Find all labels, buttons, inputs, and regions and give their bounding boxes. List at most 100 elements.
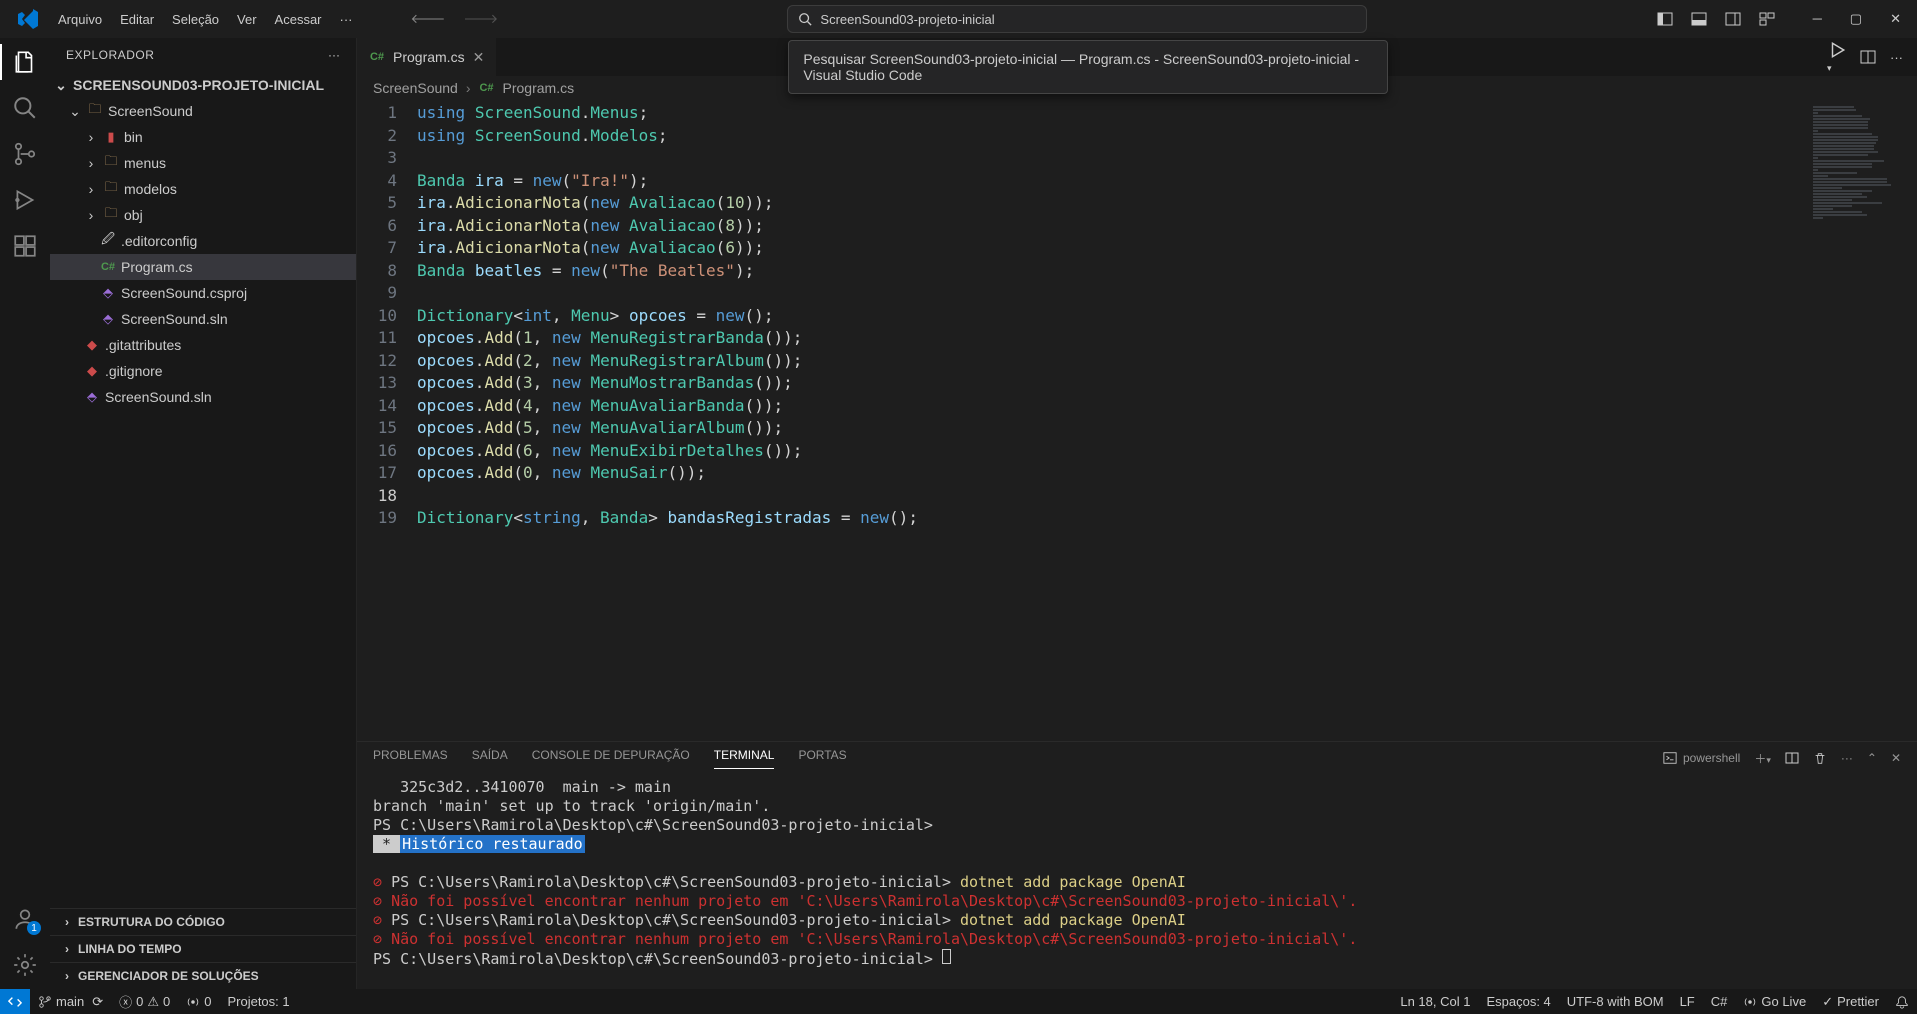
status-remote-icon[interactable] — [0, 989, 30, 1014]
accounts-badge: 1 — [27, 921, 41, 935]
folder-icon: 🗀 — [103, 207, 119, 223]
menu-acessar[interactable]: Acessar — [267, 8, 330, 31]
tree-folder-menus[interactable]: › 🗀 menus — [50, 150, 356, 176]
status-bell-icon[interactable] — [1887, 995, 1917, 1009]
layout-toggle-left-icon[interactable] — [1657, 11, 1673, 27]
run-play-icon[interactable]: ▾ — [1828, 41, 1846, 74]
breadcrumb-item[interactable]: ScreenSound — [373, 80, 458, 96]
csharp-icon: C# — [100, 259, 116, 275]
layout-toggle-right-icon[interactable] — [1725, 11, 1741, 27]
panel-tab-saida[interactable]: SAÍDA — [472, 748, 508, 768]
tree-file-csproj[interactable]: ⬘ ScreenSound.csproj — [50, 280, 356, 306]
window-minimize-icon[interactable]: ─ — [1813, 11, 1822, 27]
terminal-shell-label[interactable]: powershell — [1663, 751, 1740, 765]
status-language[interactable]: C# — [1703, 994, 1736, 1009]
section-estrutura[interactable]: ›ESTRUTURA DO CÓDIGO — [50, 908, 356, 935]
panel-tab-console[interactable]: CONSOLE DE DEPURAÇÃO — [532, 748, 690, 768]
editor-tab-programcs[interactable]: C# Program.cs ✕ — [357, 38, 497, 76]
panel-tab-problemas[interactable]: PROBLEMAS — [373, 748, 448, 768]
sln-icon: ⬘ — [100, 311, 116, 327]
sync-icon[interactable]: ⟳ — [92, 994, 103, 1010]
status-ports[interactable]: 0 — [178, 994, 219, 1009]
folder-open-icon: 🗀 — [87, 103, 103, 119]
warning-icon: ⚠ — [147, 994, 159, 1010]
chevron-right-icon: › — [84, 207, 98, 223]
tree-root[interactable]: ⌄ SCREENSOUND03-PROJETO-INICIAL — [50, 72, 356, 98]
new-terminal-icon[interactable]: ＋▾ — [1754, 750, 1771, 767]
menu-overflow[interactable]: ··· — [332, 8, 361, 31]
layout-toggle-bottom-icon[interactable] — [1691, 11, 1707, 27]
menu-arquivo[interactable]: Arquivo — [50, 8, 110, 31]
menu-ver[interactable]: Ver — [229, 8, 265, 31]
panel-maximize-icon[interactable]: ⌃ — [1867, 751, 1877, 765]
window-close-icon[interactable]: ✕ — [1890, 11, 1901, 27]
file-tree: ⌄ SCREENSOUND03-PROJETO-INICIAL ⌄ 🗀 Scre… — [50, 72, 356, 908]
activity-extensions-icon[interactable] — [11, 232, 39, 260]
tree-folder-bin[interactable]: › ▮ bin — [50, 124, 356, 150]
folder-icon: 🗀 — [103, 155, 119, 171]
status-projetos[interactable]: Projetos: 1 — [219, 994, 297, 1009]
tree-file-gitattributes[interactable]: ◆ .gitattributes — [50, 332, 356, 358]
search-tooltip: Pesquisar ScreenSound03-projeto-inicial … — [788, 40, 1388, 94]
section-linha-tempo[interactable]: ›LINHA DO TEMPO — [50, 935, 356, 962]
panel-tabs: PROBLEMAS SAÍDA CONSOLE DE DEPURAÇÃO TER… — [357, 742, 1917, 774]
main-area: 1 EXPLORADOR ··· ⌄ SCREENSOUND03-PROJETO… — [0, 38, 1917, 989]
split-editor-icon[interactable] — [1860, 49, 1876, 65]
status-prettier[interactable]: ✓ Prettier — [1814, 994, 1887, 1010]
breadcrumb-item[interactable]: Program.cs — [503, 80, 575, 96]
code-content[interactable]: using ScreenSound.Menus;using ScreenSoun… — [417, 102, 1807, 741]
activity-search-icon[interactable] — [11, 94, 39, 122]
csharp-icon: C# — [479, 80, 495, 96]
bottom-panel: PROBLEMAS SAÍDA CONSOLE DE DEPURAÇÃO TER… — [357, 741, 1917, 989]
menu-selecao[interactable]: Seleção — [164, 8, 227, 31]
status-ln-col[interactable]: Ln 18, Col 1 — [1392, 994, 1478, 1009]
panel-close-icon[interactable]: ✕ — [1891, 751, 1901, 765]
editor-more-icon[interactable]: ··· — [1890, 50, 1903, 65]
activity-accounts-icon[interactable]: 1 — [11, 905, 39, 933]
tab-label: Program.cs — [393, 49, 465, 65]
tree-file-programcs[interactable]: C# Program.cs — [50, 254, 356, 280]
tab-close-icon[interactable]: ✕ — [473, 49, 485, 66]
sln-icon: ⬘ — [84, 389, 100, 405]
status-problems[interactable]: ⓧ0 ⚠0 — [111, 992, 178, 1011]
explorer-more-icon[interactable]: ··· — [328, 48, 340, 62]
split-terminal-icon[interactable] — [1785, 751, 1799, 765]
chevron-right-icon: › — [84, 181, 98, 197]
status-encoding[interactable]: UTF-8 with BOM — [1559, 994, 1672, 1009]
status-golive[interactable]: Go Live — [1735, 994, 1814, 1009]
panel-tab-portas[interactable]: PORTAS — [798, 748, 846, 768]
broadcast-icon — [186, 995, 200, 1009]
minimap[interactable] — [1807, 100, 1917, 741]
activity-run-debug-icon[interactable] — [11, 186, 39, 214]
app-menu: Arquivo Editar Seleção Ver Acessar ··· — [8, 7, 361, 31]
status-indent[interactable]: Espaços: 4 — [1478, 994, 1558, 1009]
nav-back-icon[interactable]: 🡐 — [411, 11, 446, 27]
kill-terminal-icon[interactable] — [1813, 751, 1827, 765]
git-icon: ◆ — [84, 363, 100, 379]
tree-folder-screensound[interactable]: ⌄ 🗀 ScreenSound — [50, 98, 356, 124]
activity-source-control-icon[interactable] — [11, 140, 39, 168]
menu-editar[interactable]: Editar — [112, 8, 162, 31]
tree-folder-obj[interactable]: › 🗀 obj — [50, 202, 356, 228]
line-numbers: 12345678910111213141516171819 — [357, 102, 417, 741]
nav-forward-icon[interactable]: 🡒 — [463, 11, 498, 27]
command-center-search[interactable]: ScreenSound03-projeto-inicial Pesquisar … — [787, 5, 1367, 33]
terminal-content[interactable]: 325c3d2..3410070 main -> mainbranch 'mai… — [357, 774, 1917, 989]
bin-folder-icon: ▮ — [103, 129, 119, 145]
tree-file-sln-inner[interactable]: ⬘ ScreenSound.sln — [50, 306, 356, 332]
activity-settings-icon[interactable] — [11, 951, 39, 979]
panel-tab-terminal[interactable]: TERMINAL — [714, 748, 775, 769]
status-branch[interactable]: main ⟳ — [30, 994, 111, 1010]
tree-file-gitignore[interactable]: ◆ .gitignore — [50, 358, 356, 384]
tree-file-editorconfig[interactable]: 🖉 .editorconfig — [50, 228, 356, 254]
panel-more-icon[interactable]: ··· — [1841, 751, 1853, 765]
section-gerenciador[interactable]: ›GERENCIADOR DE SOLUÇÕES — [50, 962, 356, 989]
tree-folder-modelos[interactable]: › 🗀 modelos — [50, 176, 356, 202]
activity-explorer-icon[interactable] — [11, 48, 39, 76]
sidebar-explorer: EXPLORADOR ··· ⌄ SCREENSOUND03-PROJETO-I… — [50, 38, 357, 989]
code-editor[interactable]: 12345678910111213141516171819 using Scre… — [357, 100, 1807, 741]
layout-customize-icon[interactable] — [1759, 11, 1775, 27]
window-maximize-icon[interactable]: ▢ — [1850, 11, 1862, 27]
status-eol[interactable]: LF — [1672, 994, 1703, 1009]
tree-file-sln-outer[interactable]: ⬘ ScreenSound.sln — [50, 384, 356, 410]
